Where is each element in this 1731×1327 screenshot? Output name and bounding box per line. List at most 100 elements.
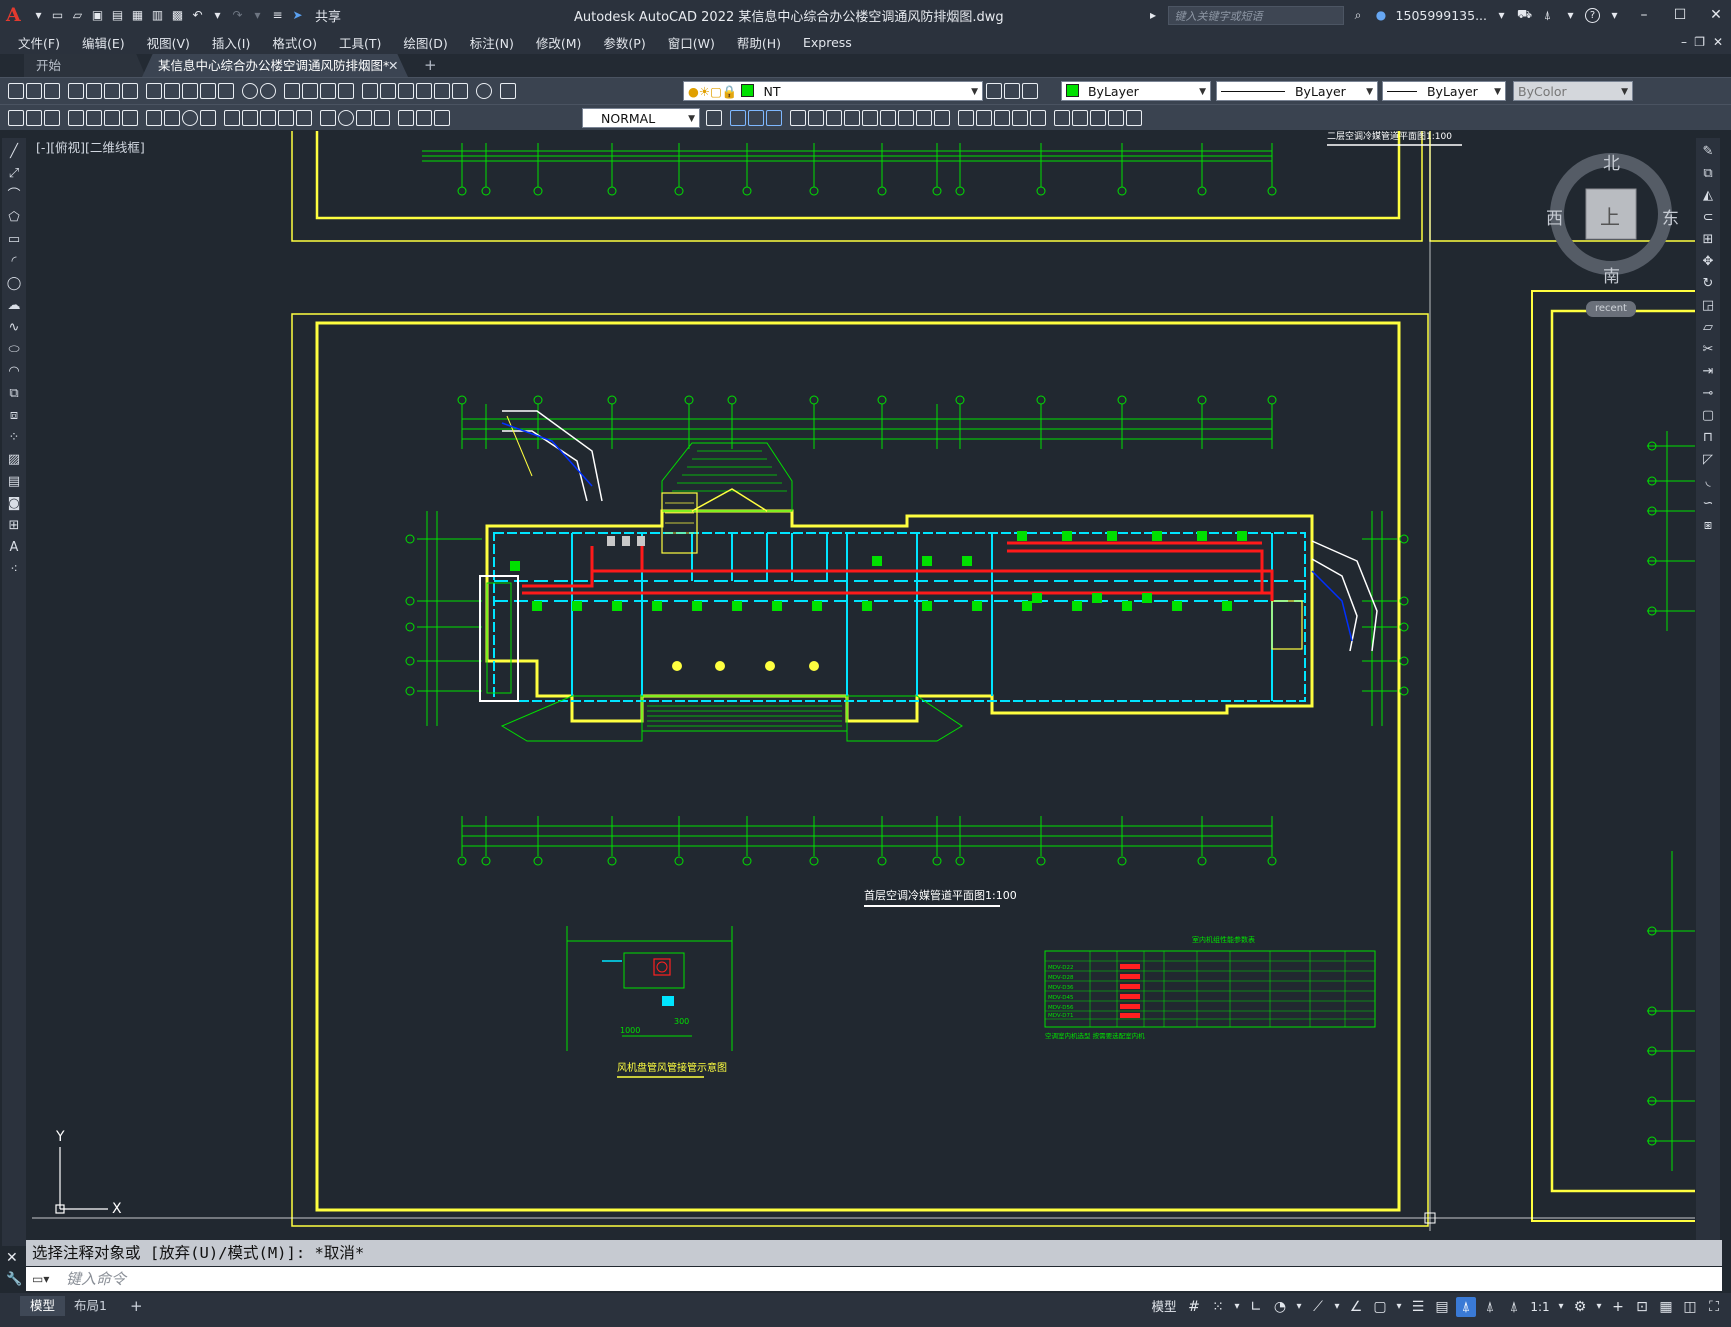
polar-icon[interactable]: ◔: [1270, 1297, 1290, 1317]
annotation-visibility-icon[interactable]: ⍋: [1456, 1297, 1476, 1317]
dim-diameter-icon[interactable]: [182, 110, 198, 126]
tb-zoom-realtime-icon[interactable]: [302, 83, 318, 99]
tb-properties-icon[interactable]: [362, 83, 378, 99]
snap-icon[interactable]: ⁙: [1208, 1297, 1228, 1317]
dim-aligned-icon[interactable]: [86, 110, 102, 126]
tb-open-icon[interactable]: [26, 83, 42, 99]
blend-icon[interactable]: [994, 110, 1010, 126]
tab-close-icon[interactable]: ✕: [388, 54, 398, 77]
layer-previous-icon[interactable]: [1004, 83, 1020, 99]
join-icon[interactable]: [934, 110, 950, 126]
mtext-tool-icon[interactable]: A: [6, 540, 22, 556]
dim-center-icon[interactable]: [338, 110, 354, 126]
circle-tool-icon[interactable]: ◯: [6, 276, 22, 292]
tb-tool-palettes-icon[interactable]: [398, 83, 414, 99]
publish-icon[interactable]: ▦: [129, 8, 146, 23]
region-tool-icon[interactable]: ◙: [6, 496, 22, 512]
menu-window[interactable]: 窗口(W): [668, 33, 715, 52]
make-current-layer-icon[interactable]: [986, 83, 1002, 99]
explode-icon[interactable]: [1012, 110, 1028, 126]
object-snap-tracking-icon[interactable]: ⟋: [1308, 1297, 1328, 1317]
dim-angular-icon[interactable]: [200, 110, 216, 126]
image-icon[interactable]: [1126, 110, 1142, 126]
array-icon[interactable]: [790, 110, 806, 126]
isolate-objects-icon[interactable]: ◫: [1680, 1297, 1700, 1317]
doc-minimize-button[interactable]: –: [1681, 35, 1687, 49]
scale-icon[interactable]: [844, 110, 860, 126]
menu-modify[interactable]: 修改(M): [536, 33, 582, 52]
user-name[interactable]: 1505999135...: [1396, 8, 1487, 23]
viewcube[interactable]: 北 南 西 东 上 recent: [1524, 149, 1706, 317]
customize-qat-icon[interactable]: ≡: [269, 8, 286, 23]
search-input[interactable]: 键入关键字或短语: [1167, 5, 1344, 25]
menu-view[interactable]: 视图(V): [147, 33, 190, 52]
tb-3ddwf-icon[interactable]: [122, 83, 138, 99]
dim-space-icon[interactable]: [278, 110, 294, 126]
trim-tool-icon[interactable]: ✂: [1700, 342, 1716, 358]
tab-document[interactable]: 某信息中心综合办公楼空调通风防排烟图*: [142, 54, 408, 77]
tb-redo-icon[interactable]: [260, 83, 276, 99]
stretch-tool-icon[interactable]: ▱: [1700, 320, 1716, 336]
construction-line-icon[interactable]: ⤢: [6, 166, 22, 182]
break-icon[interactable]: [916, 110, 932, 126]
dim-continue-icon[interactable]: [260, 110, 276, 126]
attribute-icon[interactable]: [1090, 110, 1106, 126]
show-lineweight-icon[interactable]: ☰: [1408, 1297, 1428, 1317]
point-tool-icon[interactable]: ⁘: [6, 430, 22, 446]
layer-match-icon[interactable]: [1022, 83, 1038, 99]
polyline-tool-icon[interactable]: ⌒: [6, 188, 22, 204]
dim-linear-icon[interactable]: [68, 110, 84, 126]
menu-file[interactable]: 文件(F): [18, 33, 60, 52]
osnap-mode-dropdown-icon[interactable]: ▾: [1394, 1297, 1404, 1317]
drawing-viewport[interactable]: [-][俯视][二维线框] 二层空调冷媒管道平面图1:100 首层空调冷媒管道平…: [32, 131, 1695, 1231]
tb2-b-icon[interactable]: [26, 110, 42, 126]
undo-icon[interactable]: ↶: [189, 8, 206, 23]
make-block-icon[interactable]: ⧈: [6, 408, 22, 424]
tb-block-edit-icon[interactable]: [218, 83, 234, 99]
tab-model[interactable]: 模型: [20, 1296, 66, 1316]
redo-dropdown-icon[interactable]: ▾: [249, 8, 266, 23]
cart-icon[interactable]: ⛟: [1516, 7, 1533, 23]
layer-dropdown[interactable]: ●☀▢🔒 NT ▼: [683, 81, 983, 101]
open-file-icon[interactable]: ▱: [69, 8, 86, 23]
redo-icon[interactable]: ↷: [229, 8, 246, 23]
tb-zoom-window-icon[interactable]: [320, 83, 336, 99]
tb-markup-icon[interactable]: [434, 83, 450, 99]
mirror-icon[interactable]: [748, 110, 764, 126]
scale-dropdown-icon[interactable]: ▾: [1556, 1297, 1566, 1317]
tb2-a-icon[interactable]: [8, 110, 24, 126]
fillet-icon[interactable]: [976, 110, 992, 126]
dim-style-icon[interactable]: [706, 110, 722, 126]
tb-help-icon[interactable]: [476, 83, 492, 99]
tab-start[interactable]: 开始: [24, 54, 146, 77]
dim-edit-icon[interactable]: [398, 110, 414, 126]
dim-break-icon[interactable]: [296, 110, 312, 126]
add-selected-icon[interactable]: ⁖: [6, 562, 22, 578]
autocad-logo-icon[interactable]: A: [6, 4, 30, 26]
break-tool-icon[interactable]: ▢: [1700, 408, 1716, 424]
command-close-icon[interactable]: ✕: [6, 1250, 18, 1266]
search-icon[interactable]: ⌕: [1350, 8, 1367, 23]
explode-tool-icon[interactable]: ⧆: [1700, 518, 1716, 534]
viewcube-north[interactable]: 北: [1603, 149, 1620, 174]
menu-format[interactable]: 格式(O): [272, 33, 317, 52]
user-dropdown-icon[interactable]: ▾: [1493, 8, 1510, 23]
menu-tools[interactable]: 工具(T): [339, 33, 381, 52]
osnap-dropdown-icon[interactable]: ▾: [1332, 1297, 1342, 1317]
undo-dropdown-icon[interactable]: ▾: [209, 8, 226, 23]
gradient-tool-icon[interactable]: ▤: [6, 474, 22, 490]
export-icon[interactable]: ▥: [149, 8, 166, 23]
ellipse-tool-icon[interactable]: ⬭: [6, 342, 22, 358]
dim-quick-icon[interactable]: [224, 110, 240, 126]
grid-icon[interactable]: #: [1184, 1297, 1204, 1317]
search-expand-icon[interactable]: ▸: [1145, 8, 1162, 23]
tb2-c-icon[interactable]: [44, 110, 60, 126]
group-icon[interactable]: [1030, 110, 1046, 126]
lineweight-toggle-icon[interactable]: ∠: [1346, 1297, 1366, 1317]
dim-baseline-icon[interactable]: [242, 110, 258, 126]
tb-layer-properties-icon[interactable]: [500, 83, 516, 99]
tb-zoom-prev-icon[interactable]: [338, 83, 354, 99]
model-space-button[interactable]: 模型: [1148, 1297, 1180, 1317]
tb-preview-icon[interactable]: [86, 83, 102, 99]
lineweight-dropdown[interactable]: ByLayer ▼: [1382, 81, 1506, 101]
